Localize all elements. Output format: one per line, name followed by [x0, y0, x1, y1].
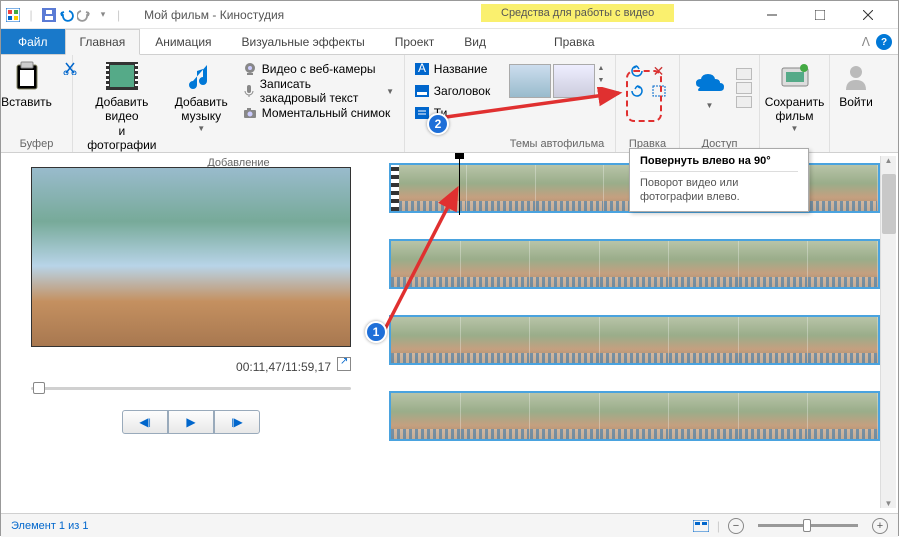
zoom-thumb[interactable] [803, 519, 811, 532]
view-mode-icon[interactable] [693, 518, 709, 534]
minimize-button[interactable] [754, 5, 790, 25]
quick-access-toolbar: | ▾ | [5, 7, 124, 23]
tab-animation[interactable]: Анимация [140, 29, 226, 54]
narration-button[interactable]: Записать закадровый текст▼ [238, 80, 398, 102]
play-button[interactable]: ▶ [168, 410, 214, 434]
svg-text:A: A [418, 63, 426, 75]
prev-frame-button[interactable]: ◀| [122, 410, 168, 434]
save-movie-button[interactable]: Сохранить фильм▼ [759, 58, 831, 135]
fullscreen-icon[interactable] [337, 357, 351, 371]
tab-project[interactable]: Проект [380, 29, 450, 54]
group-label-buffer: Буфер [20, 136, 54, 150]
statusbar: Элемент 1 из 1 | − + [1, 513, 898, 537]
microphone-icon [242, 83, 256, 99]
clip-row[interactable] [389, 391, 880, 441]
add-extra-stack: Видео с веб-камеры Записать закадровый т… [238, 58, 398, 124]
user-icon [840, 60, 872, 92]
status-element-count: Элемент 1 из 1 [11, 520, 88, 532]
signin-button[interactable]: Войти [833, 58, 879, 111]
help-icon[interactable]: ? [876, 34, 892, 50]
filmstrip-icon [106, 60, 138, 92]
app-icon [5, 7, 21, 23]
time-display: 00:11,47/11:59,17 [31, 357, 351, 374]
camera-icon [242, 105, 258, 121]
save-icon[interactable] [41, 7, 57, 23]
scroll-thumb[interactable] [882, 174, 896, 234]
save-movie-icon [779, 60, 811, 92]
paste-button[interactable]: Вставить [0, 58, 58, 111]
ribbon-group-add: Добавить видео и фотографии Добавить муз… [73, 55, 405, 152]
zoom-in-button[interactable]: + [872, 518, 888, 534]
tab-view[interactable]: Вид [449, 29, 501, 54]
webcam-icon [242, 61, 258, 77]
ribbon-group-signin: Войти [830, 55, 882, 152]
tab-edit[interactable]: Правка [539, 29, 610, 54]
annotation-highlight [626, 70, 662, 122]
close-button[interactable] [850, 5, 886, 25]
snapshot-button[interactable]: Моментальный снимок [238, 102, 398, 124]
paste-label: Вставить [1, 95, 52, 109]
ribbon-group-share: ▼ Доступ [680, 55, 760, 152]
add-music-label: Добавить музыку [175, 95, 228, 124]
tab-file[interactable]: Файл [1, 29, 65, 54]
maximize-button[interactable] [802, 5, 838, 25]
share-gallery-item[interactable] [736, 96, 752, 108]
zoom-out-button[interactable]: − [728, 518, 744, 534]
callout-1: 1 [365, 321, 387, 343]
titlebar: | ▾ | Мой фильм - Киностудия Средства дл… [1, 1, 898, 29]
music-note-icon [185, 60, 217, 92]
tooltip: Повернуть влево на 90° Поворот видео или… [629, 148, 809, 212]
annotation-arrow-1 [375, 181, 475, 341]
add-video-button[interactable]: Добавить видео и фотографии [79, 58, 165, 155]
collapse-ribbon-icon[interactable]: ᐱ [862, 35, 870, 49]
ribbon-group-buffer: Вставить Буфер [1, 55, 73, 152]
share-gallery-item[interactable] [736, 82, 752, 94]
vertical-scrollbar[interactable]: ▲ ▼ [880, 156, 896, 508]
redo-icon[interactable] [77, 7, 93, 23]
ribbon-group-save: Сохранить фильм▼ [760, 55, 830, 152]
window-controls [754, 5, 894, 25]
seek-thumb[interactable] [33, 382, 45, 394]
seek-bar[interactable] [31, 380, 351, 396]
undo-icon[interactable] [59, 7, 75, 23]
add-video-label: Добавить видео и фотографии [85, 95, 159, 153]
onedrive-button[interactable]: ▼ [688, 64, 732, 113]
tooltip-body: Поворот видео или фотографии влево. [640, 176, 798, 205]
ribbon-tabs: Файл Главная Анимация Визуальные эффекты… [1, 29, 898, 55]
tab-home[interactable]: Главная [65, 29, 141, 55]
clipboard-icon [11, 60, 43, 92]
context-tab-header: Средства для работы с видео [481, 4, 674, 22]
add-music-button[interactable]: Добавить музыку▼ [169, 58, 234, 135]
caption-icon [414, 83, 430, 99]
annotation-arrow-2 [441, 87, 631, 127]
divider: | [23, 7, 39, 23]
title-button[interactable]: AНазвание [410, 58, 494, 80]
tab-effects[interactable]: Визуальные эффекты [227, 29, 380, 54]
zoom-slider[interactable] [758, 524, 858, 527]
preview-video[interactable] [31, 167, 351, 347]
tooltip-title: Повернуть влево на 90° [640, 155, 798, 172]
divider: | [117, 8, 120, 22]
group-label-themes: Темы автофильма [510, 136, 605, 150]
share-gallery-item[interactable] [736, 68, 752, 80]
next-frame-button[interactable]: |▶ [214, 410, 260, 434]
qat-dropdown-icon[interactable]: ▾ [95, 7, 111, 23]
title-icon: A [414, 61, 430, 77]
onedrive-icon [694, 66, 726, 98]
play-controls: ◀| ▶ |▶ [122, 410, 260, 434]
callout-2: 2 [427, 113, 449, 135]
preview-pane: 00:11,47/11:59,17 ◀| ▶ |▶ [1, 153, 381, 513]
window-title: Мой фильм - Киностудия [144, 8, 284, 22]
